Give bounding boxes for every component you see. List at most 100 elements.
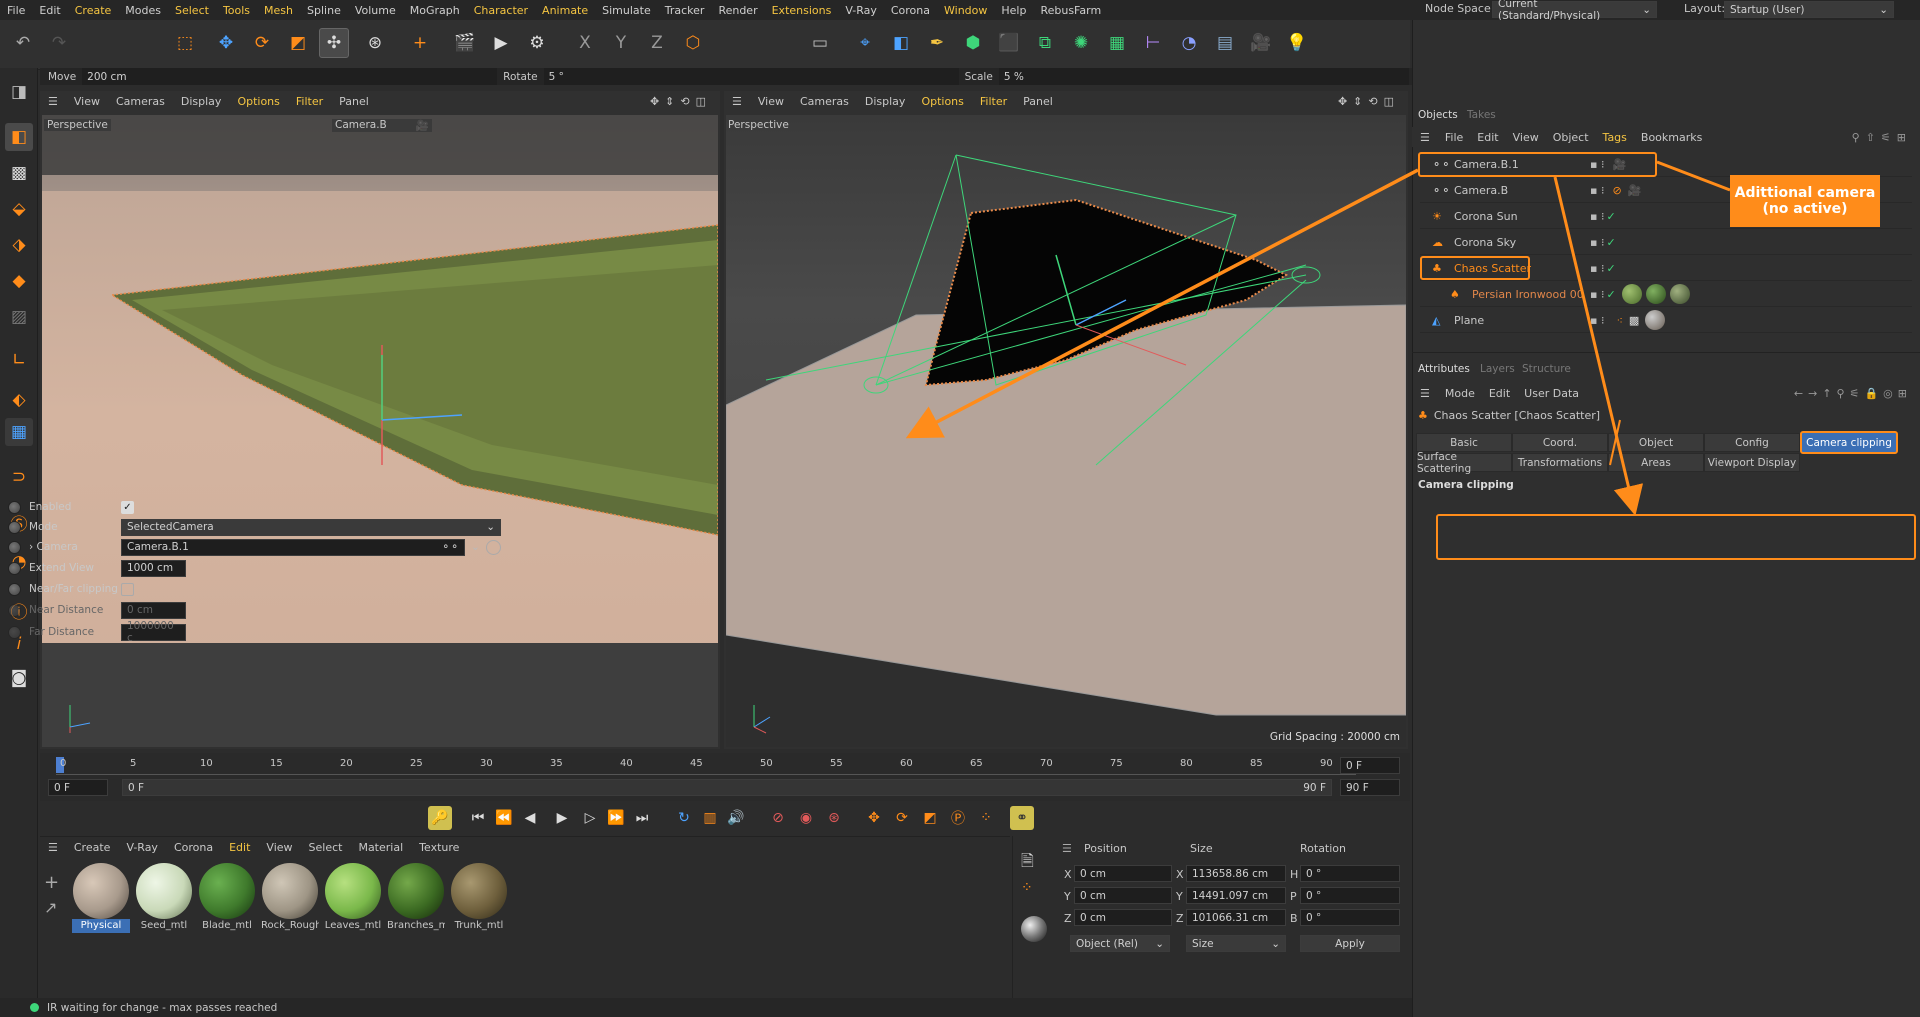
cloner-icon[interactable]: ▦: [1102, 28, 1132, 58]
prev-frame-icon[interactable]: ◀: [518, 806, 542, 830]
menu-vray[interactable]: V-Ray: [838, 4, 884, 17]
material-leaves[interactable]: Leaves_mtl: [324, 863, 382, 933]
x-axis-icon[interactable]: X: [570, 28, 600, 58]
hamburger-icon[interactable]: ☰: [724, 95, 750, 108]
menu-modes[interactable]: Modes: [118, 4, 168, 17]
visibility-toggle-icon[interactable]: ▪ ⁝: [1590, 262, 1604, 275]
visibility-toggle-icon[interactable]: ▪ ⁝: [1590, 288, 1604, 301]
viewport-left-canvas[interactable]: Perspective Camera.B 🎥: [42, 115, 718, 747]
axis-mode-icon[interactable]: ∟: [5, 346, 33, 374]
menu-animate[interactable]: Animate: [535, 4, 595, 17]
menu-help[interactable]: Help: [994, 4, 1033, 17]
hamburger-icon[interactable]: ☰: [40, 841, 66, 854]
menu-window[interactable]: Window: [937, 4, 994, 17]
menu-edit[interactable]: Edit: [32, 4, 67, 17]
node-space-select[interactable]: Current (Standard/Physical) ⌄: [1492, 0, 1657, 22]
floor-icon[interactable]: ▤: [1210, 28, 1240, 58]
key-position-icon[interactable]: ✥: [862, 806, 886, 830]
material-tag-icon[interactable]: [1645, 284, 1666, 304]
vp-menu-panel[interactable]: Panel: [331, 95, 377, 108]
tab-takes[interactable]: Takes: [1467, 109, 1496, 121]
record-icon[interactable]: ⊘: [766, 806, 790, 830]
add-object-icon[interactable]: +: [405, 28, 435, 58]
vp2-menu-view[interactable]: View: [750, 95, 792, 108]
obj-menu-bookmarks[interactable]: Bookmarks: [1634, 131, 1709, 144]
vp2-menu-options[interactable]: Options: [913, 95, 971, 108]
attr-menu-mode[interactable]: Mode: [1438, 387, 1482, 400]
vp-menu-options[interactable]: Options: [229, 95, 287, 108]
prev-key-icon[interactable]: ⏪: [492, 806, 516, 830]
size-z-input[interactable]: 101066.31 cm: [1186, 909, 1286, 926]
sound-icon[interactable]: 🔊: [724, 806, 748, 830]
menu-create[interactable]: Create: [68, 4, 119, 17]
material-blade[interactable]: Blade_mtl: [198, 863, 256, 933]
live-selection-icon[interactable]: ⬚: [170, 28, 200, 58]
pen-icon[interactable]: ✒: [922, 28, 952, 58]
snap-icon[interactable]: ⊛: [360, 28, 390, 58]
tab-structure[interactable]: Structure: [1522, 363, 1571, 375]
rot-h-input[interactable]: 0 °: [1300, 865, 1400, 882]
pos-x-input[interactable]: 0 cm: [1074, 865, 1172, 882]
menu-render[interactable]: Render: [711, 4, 764, 17]
keyframe-dot-icon[interactable]: [8, 561, 21, 575]
hamburger-icon[interactable]: ☰: [1412, 387, 1438, 400]
menu-spline[interactable]: Spline: [300, 4, 348, 17]
tab-areas[interactable]: Areas: [1608, 453, 1704, 472]
objects-toolbar-icons[interactable]: ⚲⇧⚟⊞: [1852, 131, 1920, 144]
vp-menu-filter[interactable]: Filter: [288, 95, 331, 108]
next-key-icon[interactable]: ⏩: [604, 806, 628, 830]
camera-tag-icon[interactable]: 🎥: [1628, 184, 1642, 197]
tab-basic[interactable]: Basic: [1416, 433, 1512, 452]
tab-camera-clipping[interactable]: Camera clipping: [1800, 431, 1898, 454]
deformer-icon[interactable]: ✺: [1066, 28, 1096, 58]
check-icon[interactable]: ✓: [1606, 262, 1615, 275]
go-end-icon[interactable]: ⏭: [630, 806, 654, 830]
mat-menu-create[interactable]: Create: [66, 841, 119, 854]
document-icon[interactable]: 🗎: [1021, 850, 1034, 877]
autokey-icon[interactable]: ◉: [794, 806, 818, 830]
end-frame-input[interactable]: 90 F: [1340, 779, 1400, 796]
check-icon[interactable]: ✓: [1606, 210, 1615, 223]
scale-input[interactable]: 5 %: [998, 68, 1409, 85]
light-icon[interactable]: 💡: [1282, 28, 1312, 58]
tab-config[interactable]: Config: [1704, 433, 1800, 452]
material-tag-icon[interactable]: [1645, 310, 1666, 330]
vp2-menu-cameras[interactable]: Cameras: [792, 95, 857, 108]
mode-select[interactable]: SelectedCamera ⌄: [121, 518, 501, 536]
viewport-nav-icons[interactable]: ✥⇕⟲◫: [1330, 95, 1408, 108]
mat-menu-select[interactable]: Select: [301, 841, 351, 854]
material-tag-icon[interactable]: [1621, 284, 1642, 304]
menu-tools[interactable]: Tools: [216, 4, 257, 17]
obj-menu-view[interactable]: View: [1506, 131, 1546, 144]
vp-menu-cameras[interactable]: Cameras: [108, 95, 173, 108]
add-material-icon[interactable]: +: [44, 872, 59, 893]
check-icon[interactable]: ✓: [1606, 288, 1615, 301]
current-frame-input[interactable]: 0 F: [1340, 757, 1400, 774]
key-scale-icon[interactable]: ◩: [918, 806, 942, 830]
visibility-toggle-icon[interactable]: ▪ ⁝: [1590, 184, 1604, 197]
material-tag-icon[interactable]: [1669, 284, 1690, 304]
key-pla-icon[interactable]: ⁘: [974, 806, 998, 830]
snap-grid-icon[interactable]: ▦: [5, 418, 33, 446]
mat-menu-texture[interactable]: Texture: [411, 841, 467, 854]
size-y-input[interactable]: 14491.097 cm: [1186, 887, 1286, 904]
sphere-icon[interactable]: [1021, 916, 1047, 942]
edges-mode-icon[interactable]: ⬗: [5, 231, 33, 259]
scale-tool-icon[interactable]: ◩: [283, 28, 313, 58]
points-mode-icon[interactable]: ⬙: [5, 195, 33, 223]
mat-menu-vray[interactable]: V-Ray: [118, 841, 166, 854]
y-axis-icon[interactable]: Y: [606, 28, 636, 58]
coord-mode-select[interactable]: Object (Rel) ⌄: [1070, 935, 1170, 952]
film-icon[interactable]: ▥: [698, 806, 722, 830]
rot-p-input[interactable]: 0 °: [1300, 887, 1400, 904]
go-start-icon[interactable]: ⏮: [466, 806, 490, 830]
menu-extensions[interactable]: Extensions: [765, 4, 839, 17]
obj-menu-file[interactable]: File: [1438, 131, 1470, 144]
attributes-nav-icons[interactable]: ←→↑⚲⚟🔒◎⊞: [1794, 387, 1920, 400]
visibility-toggle-icon[interactable]: ▪ ⁝: [1590, 236, 1604, 249]
vp2-menu-panel[interactable]: Panel: [1015, 95, 1061, 108]
menu-file[interactable]: File: [0, 4, 32, 17]
layout-select[interactable]: Startup (User) ⌄: [1724, 1, 1894, 18]
move-tool-icon[interactable]: ✥: [211, 28, 241, 58]
attr-menu-edit[interactable]: Edit: [1482, 387, 1517, 400]
